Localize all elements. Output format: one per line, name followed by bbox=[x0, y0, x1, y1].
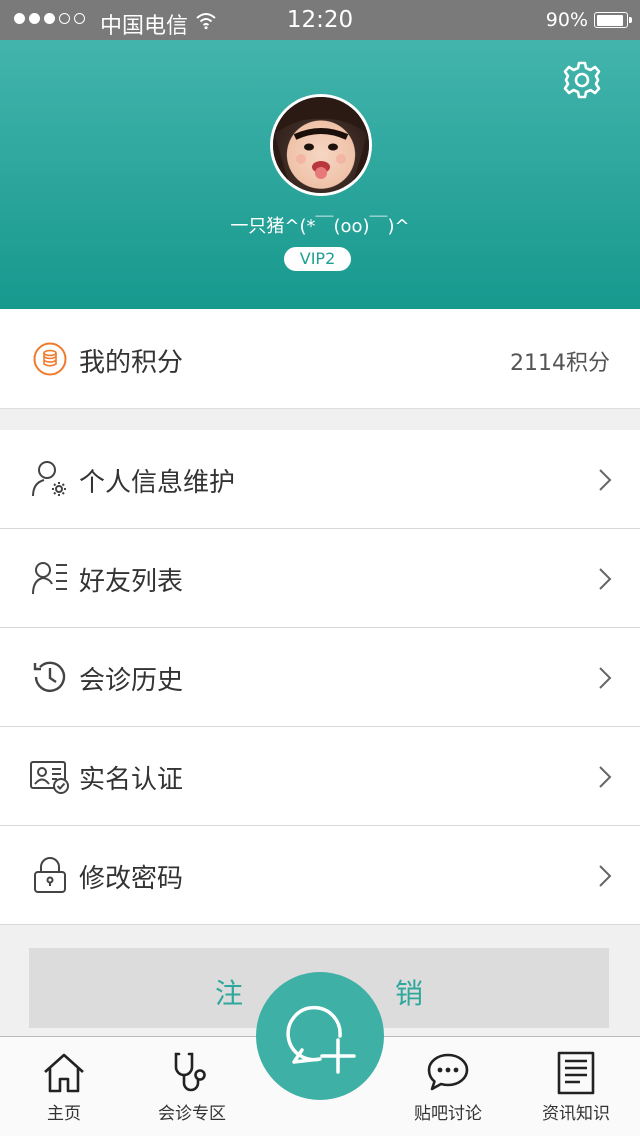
id-card-check-icon bbox=[30, 761, 69, 794]
menu-item-real-name-verification[interactable]: 实名认证 bbox=[0, 727, 640, 826]
tab-forum[interactable]: 贴吧讨论 bbox=[384, 1037, 512, 1136]
menu-item-friend-list[interactable]: 好友列表 bbox=[0, 529, 640, 628]
battery-icon bbox=[594, 12, 632, 28]
menu-item-label: 好友列表 bbox=[79, 567, 184, 597]
tab-label: 贴吧讨论 bbox=[414, 1104, 482, 1124]
profile-header: 一只猪^(*￣(oo)￣)^ VIP2 bbox=[0, 40, 640, 309]
clock: 12:20 bbox=[286, 7, 354, 33]
tab-label: 资讯知识 bbox=[542, 1104, 610, 1124]
battery-percent: 90% bbox=[545, 9, 588, 31]
new-consult-button[interactable] bbox=[256, 972, 384, 1100]
chevron-right-icon bbox=[599, 469, 612, 491]
menu-item-consult-history[interactable]: 会诊历史 bbox=[0, 628, 640, 727]
username: 一只猪^(*￣(oo)￣)^ bbox=[230, 216, 410, 237]
lock-icon bbox=[34, 857, 66, 893]
logout-label-part2: 销 bbox=[395, 977, 424, 1010]
tab-home[interactable]: 主页 bbox=[0, 1037, 128, 1136]
chat-add-icon bbox=[286, 1005, 356, 1074]
tab-label: 主页 bbox=[47, 1104, 81, 1124]
friend-list-icon bbox=[32, 562, 67, 595]
menu-item-personal-info[interactable]: 个人信息维护 bbox=[0, 430, 640, 529]
settings-menu: 个人信息维护 好友列表 会诊历史 实名认证 修改密码 bbox=[0, 430, 640, 925]
history-icon bbox=[33, 661, 66, 692]
settings-gear-icon[interactable] bbox=[562, 60, 602, 100]
menu-item-label: 会诊历史 bbox=[79, 666, 184, 696]
document-icon bbox=[557, 1051, 595, 1095]
chevron-right-icon bbox=[599, 568, 612, 590]
home-icon bbox=[44, 1053, 84, 1093]
points-value: 2114积分 bbox=[510, 351, 610, 376]
menu-item-change-password[interactable]: 修改密码 bbox=[0, 826, 640, 925]
menu-item-label: 修改密码 bbox=[79, 864, 184, 894]
points-label: 我的积分 bbox=[79, 348, 184, 378]
avatar[interactable] bbox=[270, 94, 372, 196]
chevron-right-icon bbox=[599, 766, 612, 788]
status-bar: 中国电信 12:20 90% bbox=[0, 0, 640, 40]
tab-news[interactable]: 资讯知识 bbox=[512, 1037, 640, 1136]
avatar-photo bbox=[273, 97, 369, 193]
logout-label-part1: 注 bbox=[215, 977, 244, 1010]
points-row[interactable]: 我的积分 2114积分 bbox=[0, 309, 640, 409]
vip-badge: VIP2 bbox=[284, 247, 351, 271]
tab-label: 会诊专区 bbox=[158, 1104, 226, 1124]
coin-stack-icon bbox=[33, 342, 67, 376]
tab-consult-zone[interactable]: 会诊专区 bbox=[128, 1037, 256, 1136]
chat-bubble-icon bbox=[427, 1053, 469, 1091]
chevron-right-icon bbox=[599, 865, 612, 887]
menu-item-label: 个人信息维护 bbox=[79, 468, 236, 498]
user-gear-icon bbox=[32, 461, 66, 497]
menu-item-label: 实名认证 bbox=[79, 765, 184, 795]
chevron-right-icon bbox=[599, 667, 612, 689]
stethoscope-icon bbox=[174, 1052, 206, 1092]
